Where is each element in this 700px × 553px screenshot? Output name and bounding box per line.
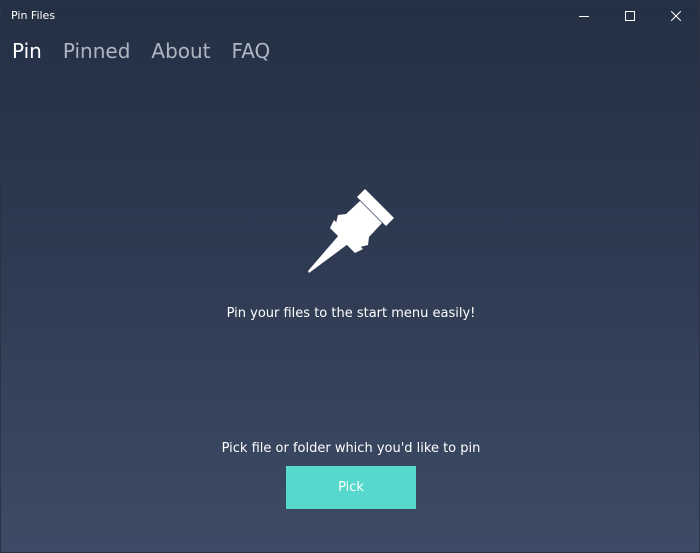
minimize-button[interactable] <box>561 1 607 31</box>
close-icon <box>671 11 681 21</box>
close-button[interactable] <box>653 1 699 31</box>
minimize-icon <box>579 16 589 17</box>
tagline: Pin your files to the start menu easily! <box>226 306 476 321</box>
tab-about[interactable]: About <box>151 38 210 64</box>
app-title: Pin Files <box>11 9 56 22</box>
pick-button[interactable]: Pick <box>286 466 416 509</box>
pick-prompt: Pick file or folder which you'd like to … <box>221 441 481 456</box>
title-bar[interactable]: Pin Files <box>1 1 699 31</box>
tab-faq[interactable]: FAQ <box>232 38 271 64</box>
maximize-icon <box>625 11 635 21</box>
pushpin-icon <box>308 189 394 273</box>
app-window: Pin Files Pin Pinned About FAQ Pin your … <box>0 0 700 553</box>
maximize-button[interactable] <box>607 1 653 31</box>
tab-pinned[interactable]: Pinned <box>63 38 131 64</box>
tab-pin[interactable]: Pin <box>12 38 42 64</box>
nav-tabs: Pin Pinned About FAQ <box>12 38 291 64</box>
